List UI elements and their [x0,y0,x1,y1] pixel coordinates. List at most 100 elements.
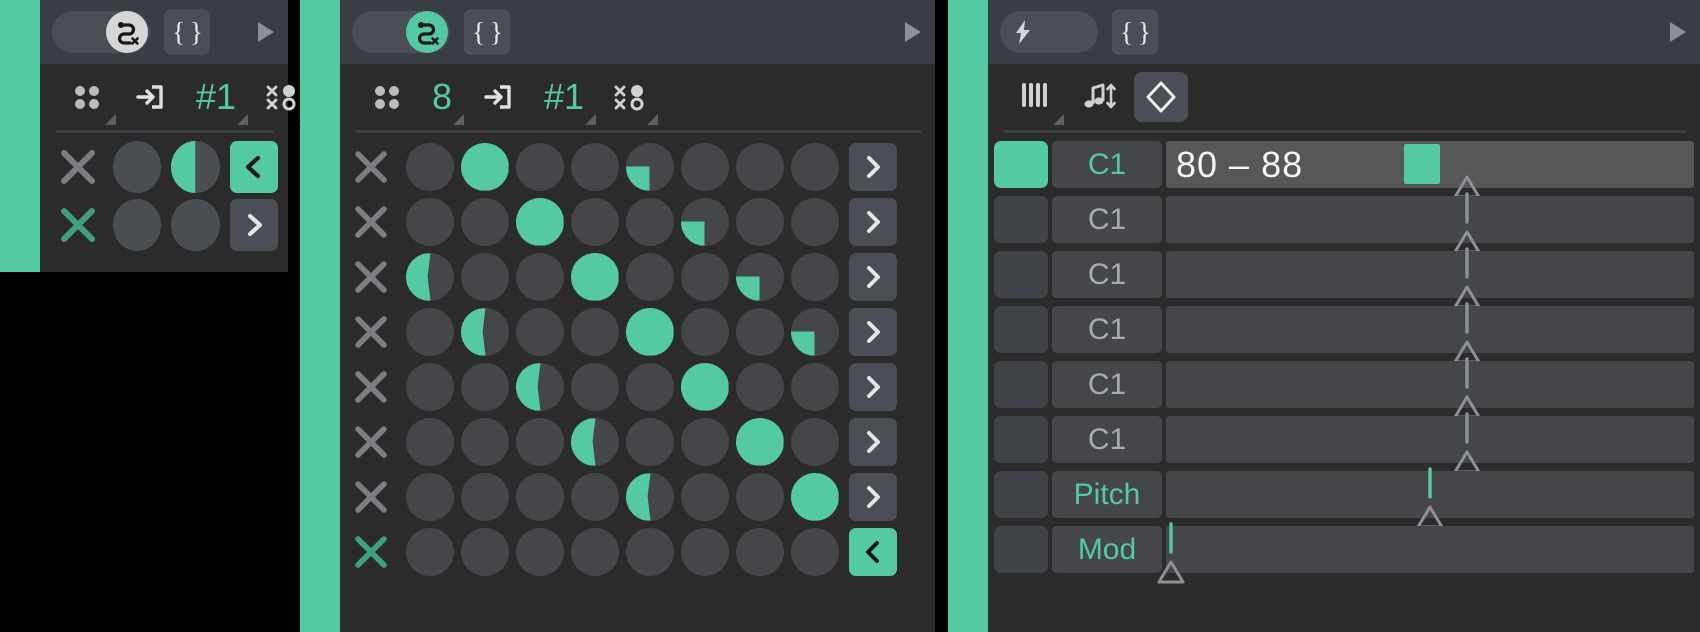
step-cell[interactable] [680,472,729,521]
step-cell[interactable] [460,197,509,246]
mute-x-icon[interactable] [340,475,402,519]
row-nav-button[interactable] [849,142,897,191]
step-cell[interactable] [405,417,454,466]
step-cell[interactable] [570,307,619,356]
step-cell[interactable] [625,527,674,576]
braces-button[interactable]: { } [464,9,510,55]
row-nav-button[interactable] [849,197,897,246]
step-cell[interactable] [171,199,220,251]
param-track[interactable] [1166,192,1694,254]
row-nav-button[interactable] [849,417,897,466]
mute-x-icon[interactable] [340,200,402,244]
step-cell[interactable] [790,527,839,576]
step-cell[interactable] [405,527,454,576]
step-cell[interactable] [735,527,784,576]
step-cell[interactable] [625,197,674,246]
step-cell[interactable] [735,142,784,191]
step-cell[interactable] [625,307,674,356]
step-cell[interactable] [625,417,674,466]
row-nav-button[interactable] [849,362,897,411]
mute-x-icon[interactable] [340,255,402,299]
mute-x-icon[interactable] [340,145,402,189]
step-cell[interactable] [515,527,564,576]
range-mode-button[interactable] [1134,72,1188,122]
step-cell[interactable] [515,197,564,246]
row-enable-led[interactable] [994,416,1048,463]
step-cell[interactable] [112,199,161,251]
param-label[interactable]: C1 [1052,416,1162,463]
step-cell[interactable] [405,197,454,246]
row-enable-led[interactable] [994,306,1048,353]
step-cell[interactable] [460,417,509,466]
step-cell[interactable] [680,307,729,356]
step-cell[interactable] [680,252,729,301]
step-cell[interactable] [460,307,509,356]
step-cell[interactable] [735,252,784,301]
param-label[interactable]: C1 [1052,141,1162,188]
route-toggle[interactable] [52,11,150,53]
row-enable-led[interactable] [994,251,1048,298]
play-triangle-icon[interactable] [905,22,921,42]
velocity-toggle[interactable] [1000,11,1098,53]
step-cell[interactable] [515,252,564,301]
channel-selector[interactable]: #1 [182,71,250,125]
step-cell[interactable] [735,197,784,246]
step-cell[interactable] [735,417,784,466]
step-cell[interactable] [460,527,509,576]
step-cell[interactable] [735,472,784,521]
note-transpose-selector[interactable] [1066,71,1134,123]
play-triangle-icon[interactable] [1670,22,1686,42]
velocity-chip[interactable] [1403,144,1440,184]
param-track[interactable] [1166,302,1694,364]
route-toggle[interactable] [352,11,450,53]
play-triangle-icon[interactable] [258,22,274,42]
step-cell[interactable] [570,252,619,301]
channel-selector[interactable]: #1 [530,71,598,125]
param-label[interactable]: C1 [1052,361,1162,408]
mute-x-icon[interactable] [340,530,402,574]
step-cell[interactable] [570,142,619,191]
step-cell[interactable] [790,307,839,356]
step-cell[interactable] [460,252,509,301]
row-enable-led[interactable] [994,196,1048,243]
step-cell[interactable] [570,362,619,411]
step-cell[interactable] [735,307,784,356]
mute-x-icon[interactable] [54,199,103,251]
pads-selector[interactable] [356,71,418,123]
step-cell[interactable] [515,417,564,466]
mute-x-icon[interactable] [340,365,402,409]
step-cell[interactable] [790,362,839,411]
step-cell[interactable] [570,527,619,576]
step-cell[interactable] [570,417,619,466]
step-cell[interactable] [625,252,674,301]
param-track[interactable] [1157,522,1694,584]
step-cell[interactable] [515,472,564,521]
param-label[interactable]: C1 [1052,306,1162,353]
step-cell[interactable] [570,472,619,521]
param-label[interactable]: C1 [1052,196,1162,243]
row-enable-led[interactable] [994,141,1048,188]
randomize-selector[interactable] [598,71,660,125]
step-cell[interactable] [515,142,564,191]
row-nav-button[interactable] [849,252,897,301]
step-cell[interactable] [405,362,454,411]
step-cell[interactable] [625,472,674,521]
step-cell[interactable] [405,472,454,521]
step-cell[interactable] [625,362,674,411]
step-cell[interactable] [680,197,729,246]
step-cell[interactable] [790,252,839,301]
row-nav-button[interactable] [849,472,897,521]
braces-button[interactable]: { } [164,9,210,55]
step-cell[interactable] [405,307,454,356]
param-track[interactable]: 80 – 88 [1166,141,1694,199]
row-enable-led[interactable] [994,471,1048,518]
step-cell[interactable] [680,527,729,576]
row-nav-button[interactable] [849,307,897,356]
step-cell[interactable] [790,142,839,191]
step-count-selector[interactable]: 8 [418,71,466,125]
step-cell[interactable] [790,197,839,246]
param-label[interactable]: Mod [1052,526,1162,573]
row-nav-button[interactable] [849,527,897,576]
step-cell[interactable] [680,417,729,466]
braces-button[interactable]: { } [1112,9,1158,55]
